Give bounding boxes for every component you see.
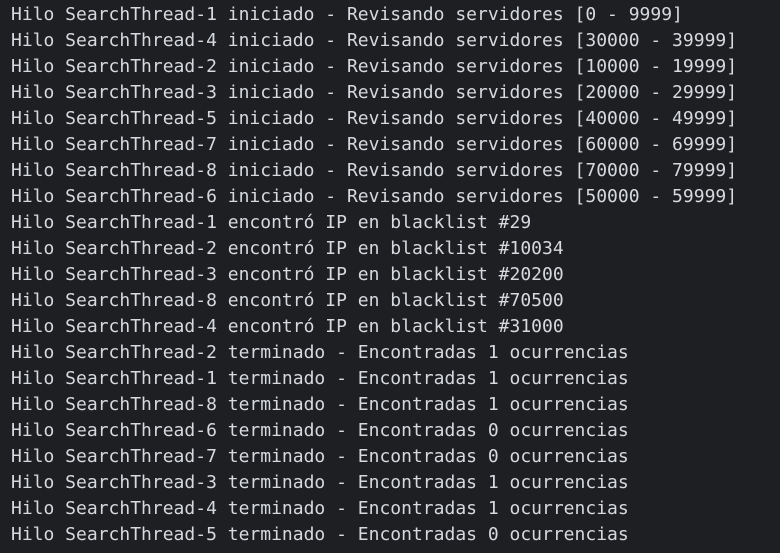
console-line: Hilo SearchThread-1 iniciado - Revisando… (11, 4, 683, 25)
console-line: Hilo SearchThread-8 encontró IP en black… (11, 290, 564, 311)
console-line: Hilo SearchThread-6 iniciado - Revisando… (11, 186, 738, 207)
console-line: Hilo SearchThread-1 terminado - Encontra… (11, 368, 629, 389)
console-line: Hilo SearchThread-4 encontró IP en black… (11, 316, 564, 337)
console-line: Hilo SearchThread-2 iniciado - Revisando… (11, 56, 738, 77)
console-line: Hilo SearchThread-7 iniciado - Revisando… (11, 134, 738, 155)
console-line: Hilo SearchThread-8 iniciado - Revisando… (11, 160, 738, 181)
console-line: Hilo SearchThread-7 terminado - Encontra… (11, 446, 629, 467)
console-line: Hilo SearchThread-4 iniciado - Revisando… (11, 30, 738, 51)
console-line: Hilo SearchThread-2 encontró IP en black… (11, 238, 564, 259)
console-line: Hilo SearchThread-4 terminado - Encontra… (11, 498, 629, 519)
console-line: Hilo SearchThread-8 terminado - Encontra… (11, 394, 629, 415)
console-output: Hilo SearchThread-1 iniciado - Revisando… (0, 0, 780, 553)
console-line: Hilo SearchThread-3 iniciado - Revisando… (11, 82, 738, 103)
console-line: Hilo SearchThread-5 terminado - Encontra… (11, 524, 629, 545)
console-line: Hilo SearchThread-3 encontró IP en black… (11, 264, 564, 285)
console-line: Hilo SearchThread-6 terminado - Encontra… (11, 420, 629, 441)
console-line: Hilo SearchThread-5 iniciado - Revisando… (11, 108, 738, 129)
console-line: Hilo SearchThread-2 terminado - Encontra… (11, 342, 629, 363)
console-line: Hilo SearchThread-1 encontró IP en black… (11, 212, 532, 233)
console-line: Hilo SearchThread-3 terminado - Encontra… (11, 472, 629, 493)
